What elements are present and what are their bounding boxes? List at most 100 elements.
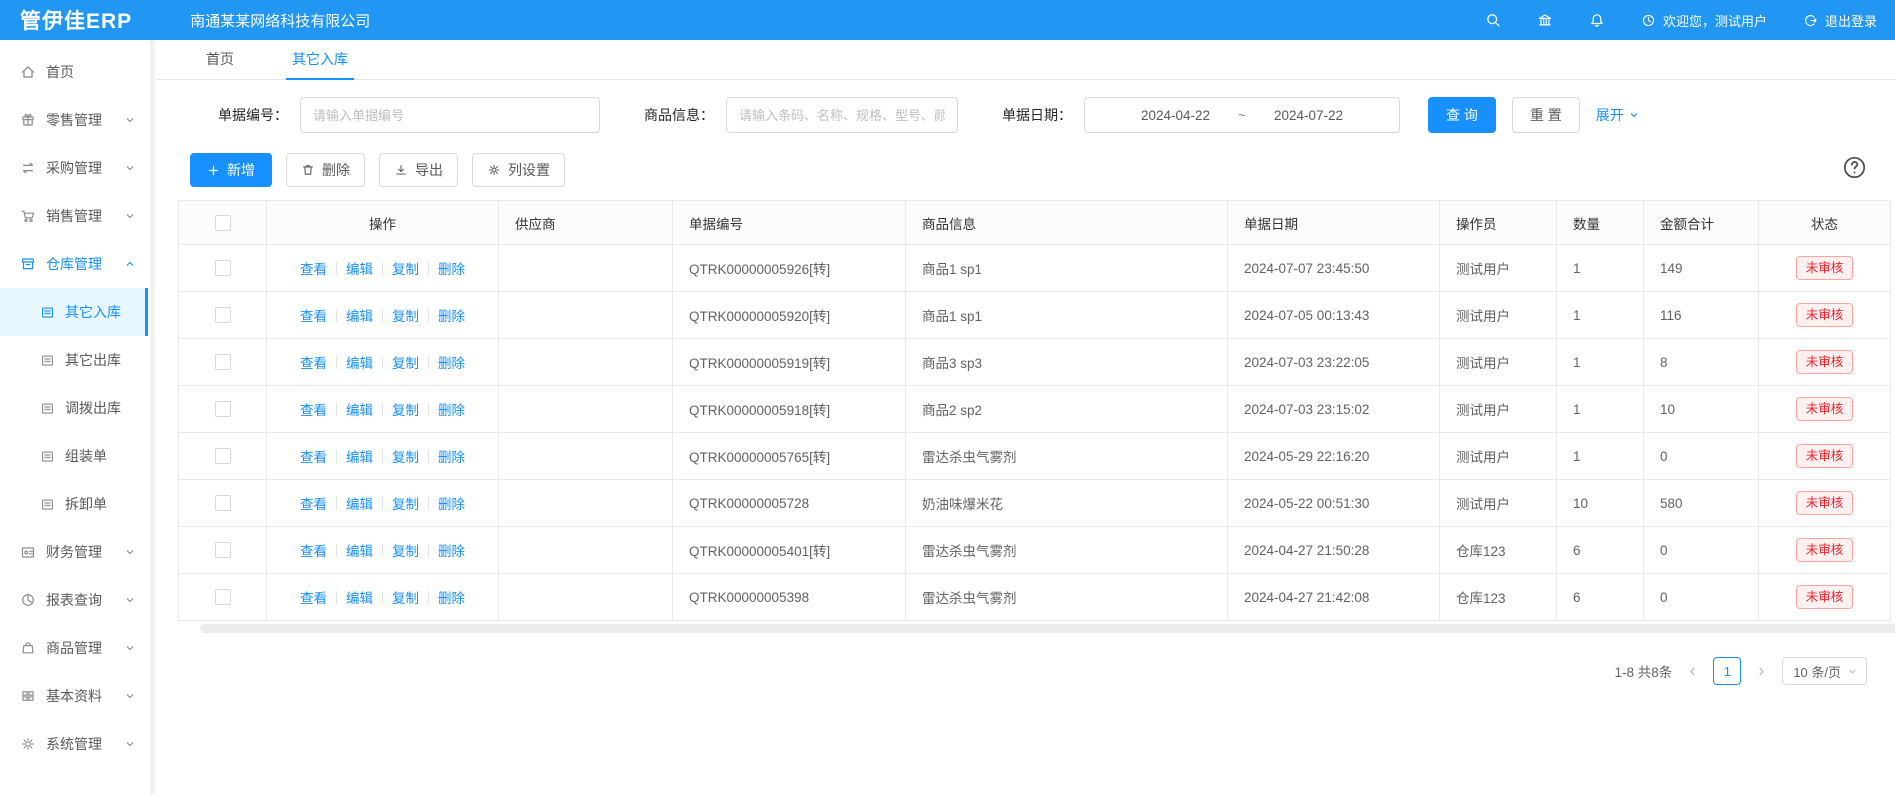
- cell-supplier: [499, 527, 673, 574]
- copy-link[interactable]: 复制: [392, 352, 419, 372]
- view-link[interactable]: 查看: [300, 258, 327, 278]
- edit-link[interactable]: 编辑: [346, 352, 373, 372]
- order-no-input[interactable]: [300, 97, 600, 133]
- search-icon[interactable]: [1485, 12, 1501, 28]
- copy-link[interactable]: 复制: [392, 446, 419, 466]
- sidebar-item-finance[interactable]: 财务管理: [0, 528, 148, 576]
- edit-link[interactable]: 编辑: [346, 446, 373, 466]
- cell-qty: 1: [1557, 339, 1644, 386]
- sidebar-item-warehouse[interactable]: 仓库管理: [0, 240, 148, 288]
- cell-date: 2024-05-22 00:51:30: [1228, 480, 1440, 527]
- page-size-select[interactable]: 10 条/页: [1782, 657, 1867, 685]
- row-checkbox[interactable]: [215, 589, 231, 605]
- view-link[interactable]: 查看: [300, 493, 327, 513]
- export-button[interactable]: 导出: [379, 153, 458, 187]
- delete-link[interactable]: 删除: [438, 305, 465, 325]
- cell-amount: 116: [1644, 292, 1759, 339]
- sidebar-item-transfer-outbound[interactable]: 调拨出库: [0, 384, 148, 432]
- delete-link[interactable]: 删除: [438, 399, 465, 419]
- delete-link[interactable]: 删除: [438, 493, 465, 513]
- column-settings-button[interactable]: 列设置: [472, 153, 565, 187]
- expand-link[interactable]: 展开: [1596, 105, 1640, 125]
- logout-button[interactable]: 退出登录: [1803, 11, 1877, 30]
- search-button[interactable]: 查 询: [1428, 97, 1496, 133]
- sidebar-item-basic-data[interactable]: 基本资料: [0, 672, 148, 720]
- order-no-label: 单据编号：: [218, 105, 288, 125]
- row-checkbox[interactable]: [215, 495, 231, 511]
- sidebar-item-other-outbound[interactable]: 其它出库: [0, 336, 148, 384]
- view-link[interactable]: 查看: [300, 587, 327, 607]
- chevron-down-icon: [124, 114, 136, 126]
- copy-link[interactable]: 复制: [392, 399, 419, 419]
- row-checkbox[interactable]: [215, 260, 231, 276]
- view-link[interactable]: 查看: [300, 540, 327, 560]
- sidebar-item-retail[interactable]: 零售管理: [0, 96, 148, 144]
- chevron-down-icon: [1628, 109, 1640, 121]
- tab-home[interactable]: 首页: [200, 40, 240, 80]
- row-checkbox[interactable]: [215, 448, 231, 464]
- delete-link[interactable]: 删除: [438, 446, 465, 466]
- copy-link[interactable]: 复制: [392, 258, 419, 278]
- bell-icon[interactable]: [1589, 12, 1605, 28]
- delete-link[interactable]: 删除: [438, 540, 465, 560]
- delete-button[interactable]: 删除: [286, 153, 365, 187]
- page-number-1[interactable]: 1: [1713, 657, 1741, 685]
- help-icon[interactable]: [1842, 155, 1867, 180]
- column-settings-label: 列设置: [508, 160, 550, 180]
- date-range-picker[interactable]: 2024-04-22 ~ 2024-07-22: [1084, 97, 1400, 133]
- copy-link[interactable]: 复制: [392, 587, 419, 607]
- edit-link[interactable]: 编辑: [346, 540, 373, 560]
- sidebar-item-system[interactable]: 系统管理: [0, 720, 148, 768]
- copy-link[interactable]: 复制: [392, 540, 419, 560]
- horizontal-scrollbar[interactable]: [200, 624, 1895, 633]
- edit-link[interactable]: 编辑: [346, 258, 373, 278]
- user-menu[interactable]: 欢迎您，测试用户: [1641, 11, 1767, 30]
- cell-date: 2024-07-03 23:15:02: [1228, 386, 1440, 433]
- sidebar-item-assembly[interactable]: 组装单: [0, 432, 148, 480]
- sidebar-item-home[interactable]: 首页: [0, 48, 148, 96]
- edit-link[interactable]: 编辑: [346, 399, 373, 419]
- edit-link[interactable]: 编辑: [346, 493, 373, 513]
- copy-link[interactable]: 复制: [392, 305, 419, 325]
- cell-operator: 测试用户: [1440, 386, 1557, 433]
- view-link[interactable]: 查看: [300, 352, 327, 372]
- expand-label: 展开: [1596, 105, 1624, 125]
- tab-other-inbound[interactable]: 其它入库: [286, 40, 354, 80]
- sidebar-item-purchase[interactable]: 采购管理: [0, 144, 148, 192]
- sidebar-item-goods[interactable]: 商品管理: [0, 624, 148, 672]
- header-operator: 操作员: [1440, 201, 1557, 245]
- view-link[interactable]: 查看: [300, 305, 327, 325]
- select-all-checkbox[interactable]: [215, 215, 231, 231]
- reset-button[interactable]: 重 置: [1512, 97, 1580, 133]
- cell-operator: 测试用户: [1440, 480, 1557, 527]
- sidebar-item-sales[interactable]: 销售管理: [0, 192, 148, 240]
- sidebar-item-reports[interactable]: 报表查询: [0, 576, 148, 624]
- cell-supplier: [499, 574, 673, 621]
- add-button[interactable]: 新增: [190, 153, 272, 187]
- delete-link[interactable]: 删除: [438, 258, 465, 278]
- prev-page-button[interactable]: [1686, 665, 1699, 678]
- date-to-value[interactable]: 2024-07-22: [1274, 108, 1343, 123]
- view-link[interactable]: 查看: [300, 399, 327, 419]
- next-page-button[interactable]: [1755, 665, 1768, 678]
- row-checkbox[interactable]: [215, 401, 231, 417]
- row-checkbox[interactable]: [215, 354, 231, 370]
- bank-icon[interactable]: [1537, 12, 1553, 28]
- copy-link[interactable]: 复制: [392, 493, 419, 513]
- divider: [336, 544, 337, 557]
- date-from-value[interactable]: 2024-04-22: [1141, 108, 1210, 123]
- product-info-label: 商品信息：: [644, 105, 714, 125]
- edit-link[interactable]: 编辑: [346, 305, 373, 325]
- sidebar-item-disassembly[interactable]: 拆卸单: [0, 480, 148, 528]
- sidebar-item-other-inbound[interactable]: 其它入库: [0, 288, 148, 336]
- row-checkbox[interactable]: [215, 542, 231, 558]
- delete-link[interactable]: 删除: [438, 587, 465, 607]
- cell-amount: 149: [1644, 245, 1759, 292]
- view-link[interactable]: 查看: [300, 446, 327, 466]
- row-checkbox[interactable]: [215, 307, 231, 323]
- delete-link[interactable]: 删除: [438, 352, 465, 372]
- product-info-input[interactable]: [726, 97, 958, 133]
- wallet-icon: [20, 544, 36, 560]
- edit-link[interactable]: 编辑: [346, 587, 373, 607]
- pagination: 1-8 共8条 1 10 条/页: [156, 633, 1895, 685]
